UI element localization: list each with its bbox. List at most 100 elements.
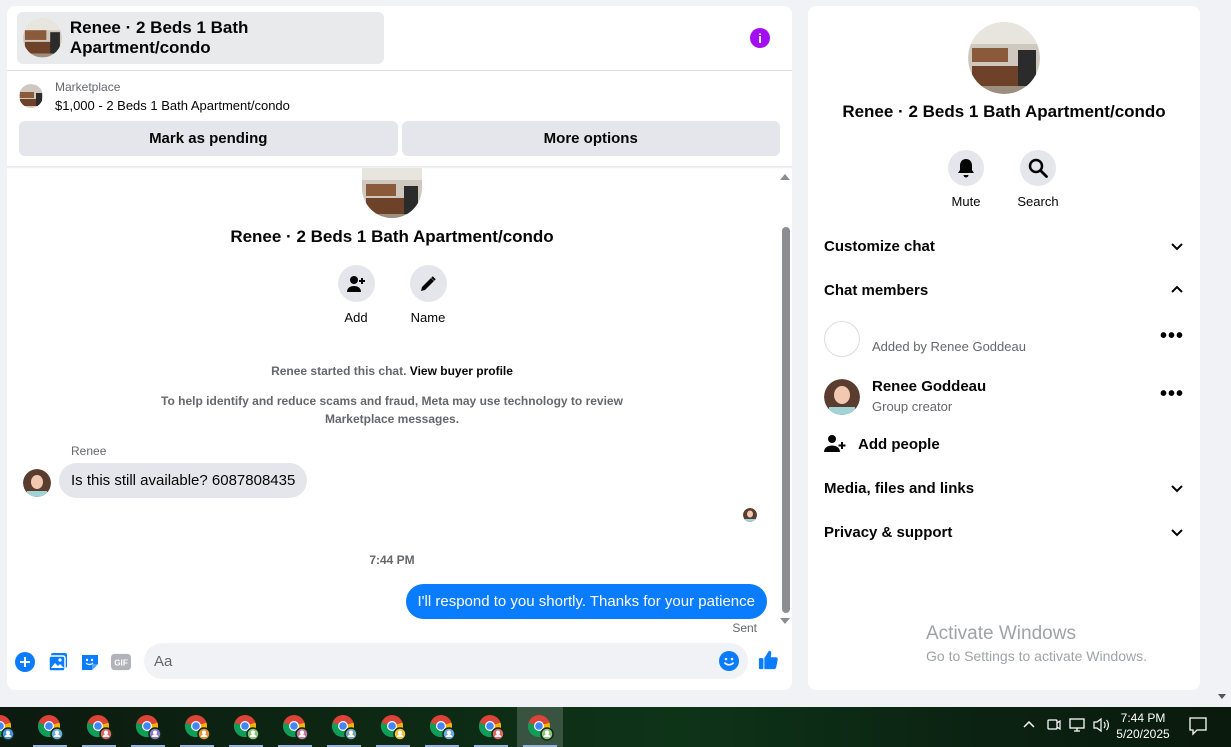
watermark-title: Activate Windows (926, 623, 1076, 644)
add-member-action[interactable]: Add (326, 265, 386, 325)
chrome-profile-icon[interactable] (27, 707, 73, 747)
add-people-label: Add people (858, 435, 940, 453)
activate-windows-watermark: Activate Windows Go to Settings to activ… (926, 623, 1147, 664)
privacy-support-section[interactable]: Privacy & support (824, 520, 1184, 544)
mute-label: Mute (951, 194, 981, 209)
volume-icon[interactable] (1093, 717, 1111, 736)
message-timestamp: 7:44 PM (369, 553, 415, 567)
composer: GIF (7, 640, 792, 684)
chrome-profile-icon[interactable] (468, 707, 514, 747)
chat-members-section[interactable]: Chat members (824, 278, 1184, 302)
chevron-up-icon (1171, 285, 1183, 293)
add-person-icon (824, 435, 846, 452)
chrome-profile-icon[interactable] (419, 707, 465, 747)
chat-header: Renee · 2 Beds 1 Bath Apartment/condo i (7, 6, 792, 71)
chevron-down-icon (1171, 529, 1183, 537)
marketplace-thumbnail (19, 84, 43, 108)
message-list: Renee · 2 Beds 1 Bath Apartment/condo Ad… (7, 168, 777, 635)
mute-action[interactable]: Mute (936, 150, 996, 209)
privacy-support-label: Privacy & support (824, 523, 953, 541)
search-label: Search (1017, 194, 1059, 209)
network-icon[interactable] (1069, 717, 1087, 736)
gif-icon[interactable]: GIF (111, 652, 131, 672)
more-options-button[interactable]: More options (401, 121, 780, 156)
watermark-subtitle: Go to Settings to activate Windows. (926, 648, 1147, 664)
avatar (824, 379, 860, 415)
outgoing-message[interactable]: I'll respond to you shortly. Thanks for … (405, 584, 767, 619)
incoming-message[interactable]: Is this still available? 6087808435 (59, 463, 308, 498)
member-subtitle: Added by Renee Goddeau (872, 339, 1026, 354)
chat-title-button[interactable]: Renee · 2 Beds 1 Bath Apartment/condo (17, 12, 384, 64)
pencil-icon[interactable] (409, 265, 447, 302)
page-scroll-down-arrow[interactable] (1218, 694, 1226, 699)
add-action-label: Add (344, 310, 368, 325)
chrome-profile-icon[interactable] (125, 707, 171, 747)
clock-time: 7:44 PM (1120, 711, 1166, 725)
member-row[interactable]: Added by Renee Goddeau ••• (824, 318, 1184, 362)
member-row[interactable]: Renee Goddeau Group creator ••• (824, 376, 1184, 420)
chrome-profile-icon[interactable] (223, 707, 269, 747)
gif-label: GIF (114, 659, 128, 668)
scroll-down-arrow[interactable] (780, 618, 790, 624)
group-name: Renee · 2 Beds 1 Bath Apartment/condo (230, 227, 554, 246)
fraud-notice: To help identify and reduce scams and fr… (161, 394, 623, 426)
name-chat-action[interactable]: Name (398, 265, 458, 325)
chat-panel: Renee · 2 Beds 1 Bath Apartment/condo i … (7, 6, 792, 690)
add-person-icon[interactable] (337, 265, 375, 302)
notifications-icon[interactable] (1188, 716, 1208, 739)
bell-icon[interactable] (948, 150, 984, 186)
member-subtitle: Group creator (872, 399, 953, 414)
chrome-profile-icon[interactable] (517, 707, 563, 747)
clock-date: 5/20/2025 (1116, 727, 1170, 741)
listing-title: $1,000 - 2 Beds 1 Bath Apartment/condo (55, 98, 290, 113)
chrome-profile-icon[interactable] (174, 707, 220, 747)
chrome-profile-icon[interactable] (321, 707, 367, 747)
sender-name: Renee (71, 444, 107, 458)
chat-title: Renee · 2 Beds 1 Bath Apartment/condo (69, 18, 249, 57)
more-options-icon[interactable]: ••• (1160, 326, 1184, 346)
media-files-label: Media, files and links (824, 479, 975, 497)
mark-pending-button[interactable]: Mark as pending (19, 121, 398, 156)
sent-status: Sent (732, 621, 757, 635)
chevron-down-icon (1171, 485, 1183, 493)
system-clock[interactable]: 7:44 PM 5/20/2025 (1112, 710, 1174, 742)
message-scrollbar[interactable] (778, 169, 792, 631)
info-icon[interactable]: i (750, 28, 770, 48)
more-options-icon[interactable]: ••• (1160, 384, 1184, 404)
chat-started-text: Renee started this chat. (271, 364, 407, 378)
media-files-section[interactable]: Media, files and links (824, 476, 1184, 500)
chat-members-label: Chat members (824, 281, 929, 299)
chrome-profile-icon[interactable] (0, 707, 24, 747)
chrome-profile-icon[interactable] (370, 707, 416, 747)
chevron-down-icon (1171, 243, 1183, 251)
show-hidden-icons-icon[interactable] (1022, 717, 1036, 734)
view-buyer-profile-link[interactable]: View buyer profile (410, 364, 513, 378)
read-receipt-avatar (743, 508, 757, 522)
listing-actions: Mark as pending More options (19, 121, 780, 156)
scroll-up-arrow[interactable] (780, 174, 790, 180)
add-people-button[interactable]: Add people (824, 434, 940, 454)
marketplace-label: Marketplace (55, 80, 121, 94)
chrome-profile-icon[interactable] (76, 707, 122, 747)
chat-details-panel: Renee · 2 Beds 1 Bath Apartment/condo Mu… (808, 6, 1200, 690)
meet-icon[interactable] (1047, 717, 1061, 736)
photo-icon[interactable] (48, 652, 68, 672)
listing-thumbnail (23, 18, 62, 58)
search-action[interactable]: Search (1008, 150, 1068, 209)
emoji-icon[interactable] (719, 651, 739, 671)
scroll-thumb[interactable] (782, 227, 790, 613)
avatar (824, 321, 860, 357)
plus-icon[interactable] (15, 652, 35, 672)
group-photo (968, 22, 1040, 94)
marketplace-listing[interactable]: Marketplace $1,000 - 2 Beds 1 Bath Apart… (7, 71, 792, 119)
search-icon[interactable] (1020, 150, 1056, 186)
customize-chat-section[interactable]: Customize chat (824, 234, 1184, 258)
avatar[interactable] (23, 469, 51, 497)
thumbs-up-icon[interactable] (758, 650, 778, 670)
sticker-icon[interactable] (80, 652, 100, 672)
message-input[interactable] (144, 643, 748, 679)
group-avatar (362, 168, 422, 218)
chat-name: Renee · 2 Beds 1 Bath Apartment/condo (842, 102, 1166, 121)
name-action-label: Name (410, 310, 446, 325)
chrome-profile-icon[interactable] (272, 707, 318, 747)
